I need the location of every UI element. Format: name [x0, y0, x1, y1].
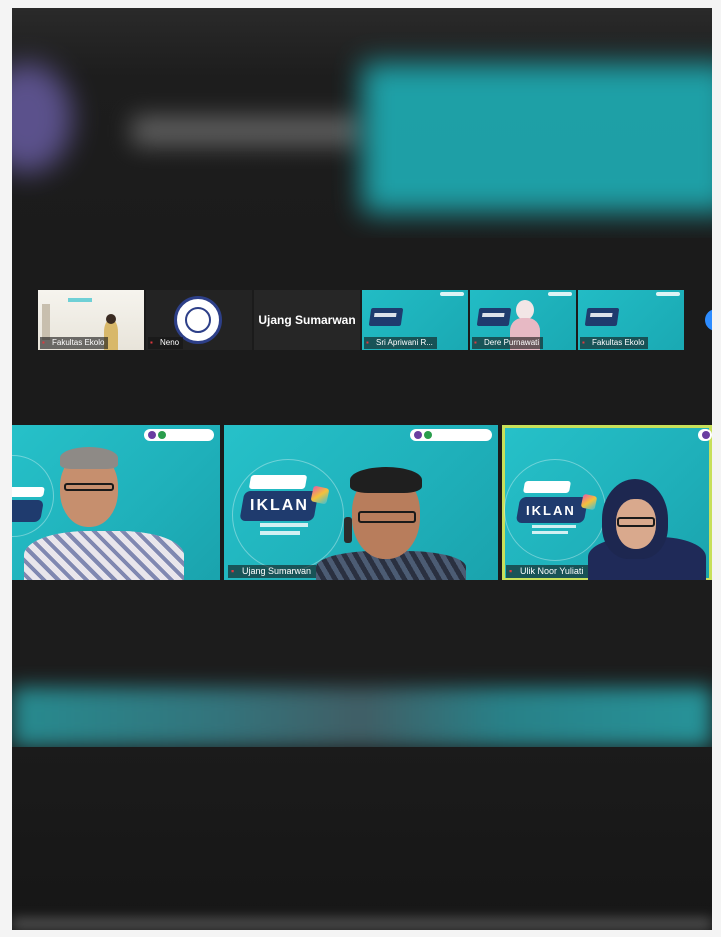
slide-header-mark — [68, 298, 92, 302]
participant-name: Ujang Sumarwan — [258, 313, 356, 327]
slide-subtitle-line — [532, 525, 576, 528]
meeting-screen: ▪ Fakultas Ekolo ▪ Neno Ujang Sumarwan ▪ Sr… — [12, 8, 712, 930]
batik-pattern — [24, 531, 184, 581]
empty-area — [12, 580, 712, 685]
glasses — [64, 483, 114, 491]
sponsor-logos — [144, 429, 214, 441]
video-tile[interactable]: IKLAN ▪ Ujang Sumarwan — [224, 425, 498, 581]
empty-area — [12, 747, 712, 930]
blurred-avatar — [12, 63, 72, 173]
slide-title: IKLAN — [526, 503, 576, 518]
participant-name-label: ▪ Fakultas Ekolo — [580, 337, 649, 349]
participant-thumbnail[interactable]: Ujang Sumarwan — [254, 290, 360, 350]
mic-muted-icon: ▪ — [150, 338, 153, 347]
gallery-view: IKLAN ▪ Ujang Sumarwan IKLAN ▪ Ulik Noor… — [12, 425, 712, 581]
slide-subtitle-line — [260, 531, 300, 535]
participant-thumbnail[interactable]: ▪ Sri Apriwani R... — [362, 290, 468, 350]
participant-name-label: ▪ Fakultas Ekolo — [40, 337, 109, 349]
person-hair — [60, 447, 118, 469]
slide-logo-icon — [580, 493, 598, 511]
mic-muted-icon: ▪ — [474, 338, 477, 347]
participant-thumbnail[interactable]: ▪ Neno — [146, 290, 252, 350]
glasses — [617, 517, 655, 527]
logo-bar — [548, 292, 572, 296]
blurred-reflection — [12, 687, 712, 747]
person-head — [516, 300, 534, 320]
logo-bar — [440, 292, 464, 296]
participant-thumbnail[interactable]: ▪ Fakultas Ekolo — [578, 290, 684, 350]
sponsor-logos — [410, 429, 492, 441]
slide-banner-top — [248, 475, 308, 489]
mic-muted-icon: ▪ — [509, 566, 513, 576]
slide-subtitle-line — [260, 523, 308, 527]
sponsor-logos — [698, 429, 712, 441]
participant-name-label: ▪ Ulik Noor Yuliati — [506, 565, 589, 578]
participant-name-label: ▪ Neno — [148, 337, 184, 349]
glasses — [358, 511, 416, 523]
blurred-name — [132, 116, 362, 146]
participant-name-label: ▪ Dere Purnawati — [472, 337, 544, 349]
slide-banner — [12, 500, 44, 522]
headset-icon — [344, 517, 352, 543]
blurred-slide — [362, 63, 712, 213]
plant-decor — [42, 304, 50, 340]
slide-subtitle-line — [532, 531, 568, 534]
participant-strip: ▪ Fakultas Ekolo ▪ Neno Ujang Sumarwan ▪ Sr… — [38, 290, 712, 350]
video-tile[interactable] — [12, 425, 220, 581]
slide-banner — [584, 308, 620, 326]
blurred-bottom-edge — [12, 918, 712, 930]
slide-banner — [368, 308, 404, 326]
participant-name-label: ▪ Ujang Sumarwan — [228, 565, 317, 578]
slide-title: IKLAN — [250, 497, 309, 514]
person-hair — [350, 467, 422, 493]
video-tile-active-speaker[interactable]: IKLAN ▪ Ulik Noor Yuliati — [502, 425, 712, 581]
chevron-right-icon[interactable]: › — [705, 309, 712, 331]
person-head — [106, 314, 116, 324]
participant-thumbnail[interactable]: ▪ Fakultas Ekolo — [38, 290, 144, 350]
slide-banner — [476, 308, 512, 326]
mic-muted-icon: ▪ — [42, 338, 45, 347]
slide-banner-top — [522, 481, 572, 493]
slide-logo-icon — [310, 485, 330, 505]
logo-bar — [656, 292, 680, 296]
slide-banner-top — [12, 487, 45, 497]
window-frame: ▪ Fakultas Ekolo ▪ Neno Ujang Sumarwan ▪ Sr… — [0, 0, 721, 937]
blurred-speaker-view — [12, 8, 712, 238]
mic-muted-icon: ▪ — [231, 566, 235, 576]
participant-name-label: ▪ Sri Apriwani R... — [364, 337, 437, 349]
participant-thumbnail[interactable]: ▪ Dere Purnawati — [470, 290, 576, 350]
mic-muted-icon: ▪ — [582, 338, 585, 347]
mic-muted-icon: ▪ — [366, 338, 369, 347]
